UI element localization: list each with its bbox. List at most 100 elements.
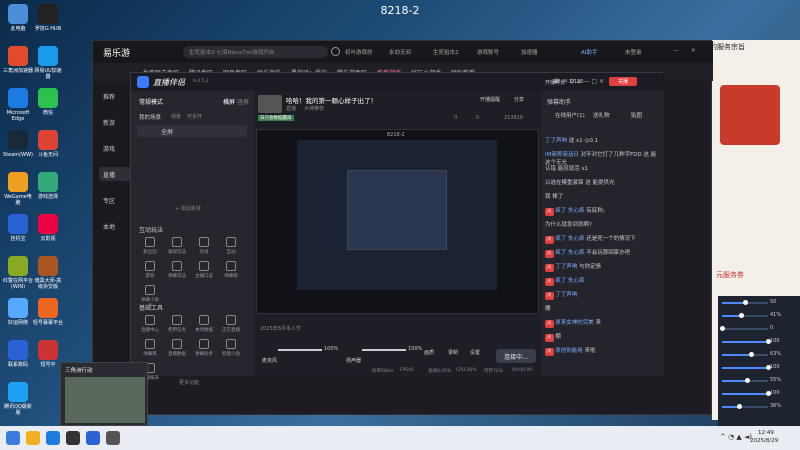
chat-message[interactable]: 棚 (545, 305, 660, 313)
chat-message[interactable]: 火 棚 (545, 333, 660, 342)
desktop-icon[interactable]: 微信 (33, 88, 63, 116)
volume-knob[interactable] (738, 313, 744, 318)
tool-button[interactable]: 弹幕赠 (222, 261, 240, 279)
desktop-icon[interactable]: 斗鱼无间 (33, 130, 63, 158)
volume-knob[interactable] (720, 326, 725, 331)
chat-username[interactable]: 疯了 失心疯 (555, 236, 584, 242)
stream-tag[interactable]: 直播 (286, 105, 296, 112)
top-link[interactable]: 游戏账号 (477, 48, 499, 56)
tool-button[interactable]: 弹幕库 (141, 339, 159, 357)
desktop-icon[interactable]: 好运网络 (3, 298, 33, 326)
share-button[interactable]: 分享 (514, 96, 524, 103)
tool-button[interactable]: 游戏 (141, 261, 159, 279)
top-link[interactable]: 初叶游戏创 (345, 48, 373, 56)
desktop-icon[interactable]: 三角洲加速器 (3, 46, 33, 74)
top-link[interactable]: 生死狙击2 (433, 48, 459, 56)
tool-button[interactable]: 智能小助 (222, 339, 240, 357)
chat-username[interactable]: 疯了 失心疯 (555, 278, 584, 284)
login-button[interactable]: 未登录 (625, 48, 642, 56)
chat-message[interactable]: 火 丁了声响 与你定情 (545, 263, 660, 272)
audio-slider[interactable] (278, 349, 322, 351)
desktop-icon[interactable]: 暗黑大师-高级杂交版 (33, 256, 63, 290)
tool-button[interactable]: 直播中心 (141, 315, 159, 333)
tool-button[interactable]: 福袋玩法 (168, 237, 186, 255)
desktop-icon[interactable]: 轻号幕幕平台 (33, 298, 63, 326)
volume-knob[interactable] (745, 378, 751, 383)
chat-tab[interactable]: 在线用户(1) (555, 111, 585, 119)
volume-slider[interactable] (722, 378, 768, 383)
volume-slider[interactable] (722, 313, 768, 318)
scene-item[interactable]: 全屏 (137, 125, 247, 137)
tool-button[interactable]: 本场数据 (195, 315, 213, 333)
sidebar-item[interactable]: 专区 (99, 193, 131, 207)
chat-username[interactable]: 疯了 失心疯 (555, 208, 584, 214)
chat-username[interactable]: 丁了声响 (555, 264, 577, 270)
chat-message[interactable]: 火 疯了 失心疯 还是死一个的情况下 (545, 235, 660, 244)
volume-slider[interactable] (722, 365, 771, 370)
chat-username[interactable]: 疯了 失心疯 (555, 250, 584, 256)
chat-message[interactable]: 火 疯了 失心疯 不会玩那回家办吧 (545, 249, 660, 258)
top-link[interactable]: 永劫无间 (389, 48, 411, 56)
taskbar-app-icon[interactable] (106, 431, 120, 445)
desktop-icon[interactable]: 罗技G HUB (33, 4, 63, 32)
portrait-toggle[interactable]: 竖屏 (237, 97, 249, 106)
desktop-icon[interactable]: WeGame电脑 (3, 172, 33, 206)
source-tab[interactable]: 可多开 (187, 113, 202, 120)
volume-slider[interactable] (722, 404, 768, 409)
sidebar-item[interactable]: 直播 (99, 167, 131, 181)
top-link[interactable]: 加速器 (521, 48, 538, 56)
chat-tab[interactable]: 贴图 (631, 111, 642, 119)
ai-assistant-button[interactable]: AI助手 (581, 48, 597, 56)
add-material-button[interactable]: + 添加素材 (175, 205, 201, 212)
chat-username[interactable]: 原创你能用 (555, 348, 583, 354)
chat-username[interactable]: 丁了声响 (555, 292, 577, 298)
chat-message[interactable]: 火 原来女神的完美 来 (545, 319, 660, 328)
tool-button[interactable]: 直播数据 (168, 339, 186, 357)
popup-thumbnail[interactable] (65, 377, 145, 423)
desktop-icon[interactable]: 云影视 (33, 214, 63, 242)
tool-button[interactable]: 互动 (222, 237, 240, 255)
taskbar-app-icon[interactable] (26, 431, 40, 445)
chat-message[interactable]: 火 疯了 失心疯 有底狗。 (545, 207, 660, 216)
desktop-icon[interactable]: 短号平 (33, 340, 63, 368)
tool-button[interactable]: 粉丝团 (141, 237, 159, 255)
chat-tab[interactable]: 送礼物 (593, 111, 610, 119)
chat-message[interactable]: 丁了声响 送 x1 ◎0.1 (545, 137, 660, 145)
search-input[interactable]: 生死狙击2-七海Nana7mi游戏开启 (183, 46, 328, 58)
desktop-icon[interactable]: 网易UU加速器 (33, 46, 63, 80)
search-icon[interactable] (331, 47, 340, 56)
tool-button[interactable]: 弹幕玩法 (168, 261, 186, 279)
chat-message[interactable]: 火 丁了声响 (545, 291, 660, 300)
volume-knob[interactable] (736, 404, 742, 409)
chat-message[interactable]: 认错 能就就活 x1 (545, 165, 660, 173)
chat-username[interactable]: IM简称简话日 (545, 152, 579, 158)
chat-username[interactable]: 原来女神的完美 (555, 320, 594, 326)
edge-icon[interactable] (46, 431, 60, 445)
tool-button[interactable]: 正在直播 (222, 315, 240, 333)
remind-button[interactable]: 开播提醒 (480, 96, 500, 103)
volume-slider[interactable] (722, 391, 771, 396)
close-icon[interactable]: ✕ (691, 48, 696, 54)
more-functions-button[interactable]: 更多功能 (179, 379, 199, 386)
stream-preview[interactable]: 8218-2 (256, 129, 539, 314)
chat-message[interactable]: 火 原创你能用 来啦 (545, 347, 660, 356)
start-icon[interactable] (6, 431, 20, 445)
landscape-toggle[interactable]: 横屏 (223, 97, 235, 106)
desktop-icon[interactable]: 挂机宝 (3, 214, 33, 242)
tool-button[interactable]: 弹幕助手 (195, 339, 213, 357)
chat-message[interactable]: 我 棒了 (545, 193, 660, 201)
volume-slider[interactable] (722, 339, 771, 344)
stream-tag[interactable]: 大神推荐 (304, 105, 324, 112)
cover-thumbnail[interactable] (258, 95, 282, 113)
desktop-icon[interactable]: Microsoft Edge (3, 88, 33, 122)
desktop-icon[interactable]: 联系数码 (3, 340, 33, 368)
desktop-icon[interactable]: 腾讯QQ最新版 (3, 382, 33, 416)
tray-icons[interactable]: ^ ◔ ▲ ◄) (720, 433, 752, 441)
tool-button[interactable]: 主播口说 (195, 261, 213, 279)
sidebar-item[interactable]: 游戏 (99, 141, 131, 155)
volume-knob[interactable] (748, 352, 754, 357)
desktop-icon[interactable]: 红警在网平台(WIN) (3, 256, 33, 290)
audio-slider[interactable] (362, 349, 406, 351)
volume-slider[interactable] (722, 352, 768, 357)
stream-title[interactable]: 哈哈！我的第一颗心样子出了！ (286, 95, 377, 105)
